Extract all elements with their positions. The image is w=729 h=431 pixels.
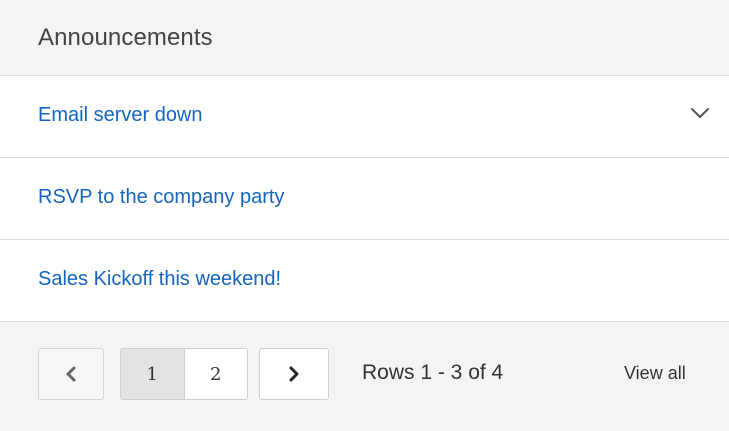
announcement-link[interactable]: Email server down: [38, 104, 203, 127]
announcements-widget: Announcements Email server down RSVP to …: [0, 0, 729, 431]
chevron-down-icon[interactable]: [689, 102, 711, 124]
widget-title: Announcements: [38, 24, 213, 51]
view-all-link[interactable]: View all: [624, 363, 686, 384]
list-item[interactable]: Email server down: [0, 76, 729, 158]
previous-page-button[interactable]: [38, 348, 104, 400]
list-item[interactable]: RSVP to the company party: [0, 158, 729, 240]
list-item[interactable]: Sales Kickoff this weekend!: [0, 240, 729, 322]
announcement-list: Email server down RSVP to the company pa…: [0, 76, 729, 322]
rows-count-label: Rows 1 - 3 of 4: [362, 361, 504, 384]
announcement-link[interactable]: Sales Kickoff this weekend!: [38, 268, 281, 291]
chevron-left-icon: [63, 365, 79, 383]
chevron-right-icon: [286, 365, 302, 383]
next-page-button[interactable]: [259, 348, 329, 400]
pagination-bar: 1 2 Rows 1 - 3 of 4 View all: [0, 322, 729, 431]
page-number-group: 1 2: [120, 348, 248, 400]
page-1-button[interactable]: 1: [121, 349, 185, 399]
page-2-button[interactable]: 2: [184, 349, 247, 399]
widget-header: Announcements: [0, 0, 729, 76]
announcement-link[interactable]: RSVP to the company party: [38, 186, 284, 209]
